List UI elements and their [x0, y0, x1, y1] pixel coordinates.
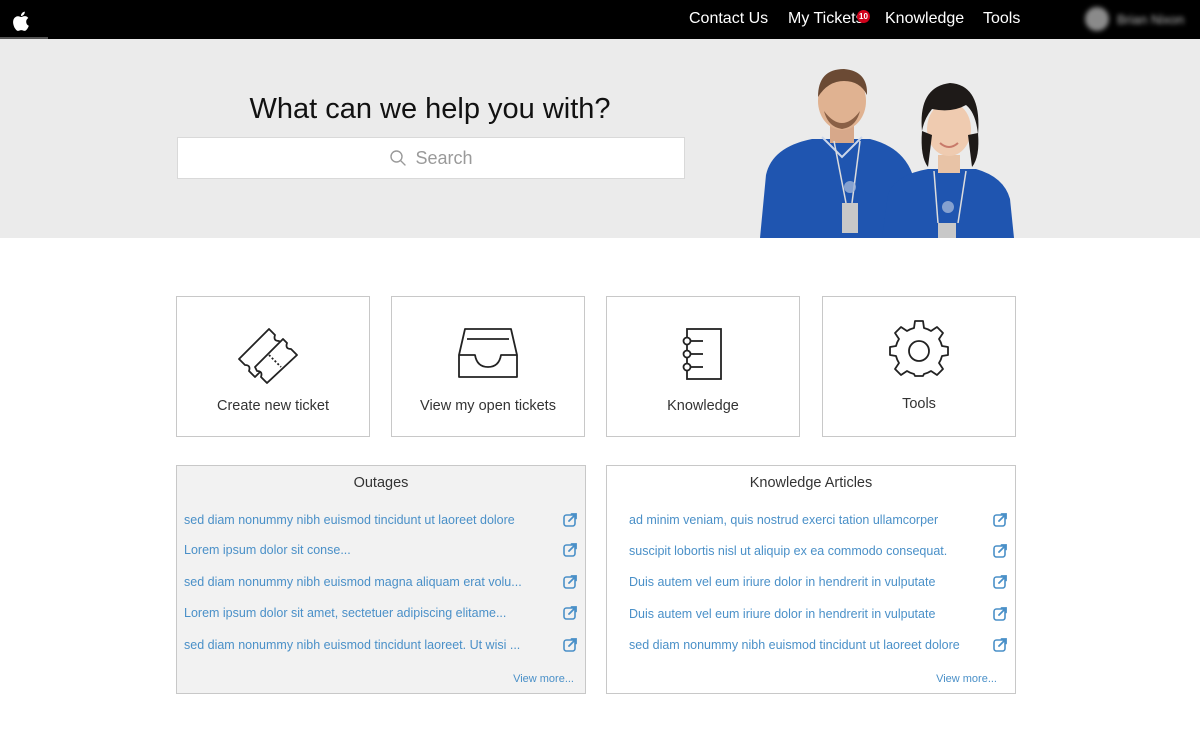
search-icon: [390, 150, 407, 166]
article-link[interactable]: Duis autem vel eum iriure dolor in hendr…: [629, 607, 935, 621]
knowledge-tile[interactable]: Knowledge: [606, 296, 800, 437]
avatar: [1085, 7, 1109, 31]
article-link[interactable]: ad minim veniam, quis nostrud exerci tat…: [629, 513, 938, 527]
search-placeholder: Search: [415, 147, 473, 168]
external-link-icon[interactable]: [993, 544, 1007, 558]
user-name: Brian Nixon: [1117, 11, 1185, 27]
nav-knowledge[interactable]: Knowledge: [885, 10, 964, 28]
list-item[interactable]: sed diam nonummy nibh euismod tincidunt …: [629, 635, 1007, 655]
apple-logo-icon[interactable]: [8, 8, 34, 34]
knowledge-articles-panel: Knowledge Articles ad minim veniam, quis…: [606, 465, 1016, 694]
outage-link[interactable]: sed diam nonummy nibh euismod tincidunt …: [184, 638, 520, 652]
tickets-count-badge: 10: [857, 10, 870, 23]
gear-icon: [889, 320, 949, 377]
list-item[interactable]: ad minim veniam, quis nostrud exerci tat…: [629, 510, 1007, 530]
list-item[interactable]: suscipit lobortis nisl ut aliquip ex ea …: [629, 541, 1007, 561]
nav-tools[interactable]: Tools: [983, 10, 1020, 28]
outages-panel: Outages sed diam nonummy nibh euismod ti…: [176, 465, 586, 694]
create-ticket-label: Create new ticket: [216, 398, 330, 414]
hero-banner: What can we help you with? Search: [0, 39, 1200, 238]
search-input[interactable]: Search: [177, 137, 685, 179]
external-link-icon[interactable]: [563, 575, 577, 589]
external-link-icon[interactable]: [993, 513, 1007, 527]
outage-link[interactable]: Lorem ipsum dolor sit conse...: [184, 543, 351, 557]
tools-label: Tools: [902, 396, 936, 412]
nav-my-tickets[interactable]: My Tickets: [788, 10, 864, 28]
nav-contact-us[interactable]: Contact Us: [689, 10, 768, 28]
tickets-icon: [238, 328, 298, 384]
list-item[interactable]: sed diam nonummy nibh euismod tincidunt …: [184, 635, 577, 655]
user-menu[interactable]: Brian Nixon: [1085, 7, 1184, 31]
inbox-tray-icon: [458, 328, 518, 378]
external-link-icon[interactable]: [563, 606, 577, 620]
outages-title: Outages: [353, 475, 409, 491]
knowledge-articles-title: Knowledge Articles: [749, 475, 873, 491]
knowledge-view-more-link[interactable]: View more...: [936, 673, 997, 685]
list-item[interactable]: Duis autem vel eum iriure dolor in hendr…: [629, 572, 1007, 592]
top-nav-bar: Contact Us My Tickets 10 Knowledge Tools…: [0, 0, 1200, 39]
list-item[interactable]: sed diam nonummy nibh euismod tincidunt …: [184, 510, 577, 530]
list-item[interactable]: Lorem ipsum dolor sit conse...: [184, 540, 577, 560]
support-staff-photo: [760, 69, 1014, 238]
article-link[interactable]: Duis autem vel eum iriure dolor in hendr…: [629, 575, 935, 589]
outages-view-more-link[interactable]: View more...: [513, 673, 574, 685]
external-link-icon[interactable]: [563, 513, 577, 527]
create-ticket-tile[interactable]: Create new ticket: [176, 296, 370, 437]
list-item[interactable]: Duis autem vel eum iriure dolor in hendr…: [629, 604, 1007, 624]
external-link-icon[interactable]: [563, 543, 577, 557]
article-link[interactable]: suscipit lobortis nisl ut aliquip ex ea …: [629, 544, 947, 558]
article-link[interactable]: sed diam nonummy nibh euismod tincidunt …: [629, 638, 960, 652]
view-open-tickets-tile[interactable]: View my open tickets: [391, 296, 585, 437]
external-link-icon[interactable]: [563, 638, 577, 652]
list-item[interactable]: Lorem ipsum dolor sit amet, sectetuer ad…: [184, 603, 577, 623]
external-link-icon[interactable]: [993, 575, 1007, 589]
external-link-icon[interactable]: [993, 638, 1007, 652]
notebook-icon: [682, 328, 722, 380]
tools-tile[interactable]: Tools: [822, 296, 1016, 437]
outage-link[interactable]: sed diam nonummy nibh euismod tincidunt …: [184, 513, 515, 527]
page-title: What can we help you with?: [249, 93, 611, 125]
outage-link[interactable]: sed diam nonummy nibh euismod magna aliq…: [184, 575, 522, 589]
view-open-tickets-label: View my open tickets: [420, 398, 556, 414]
knowledge-label: Knowledge: [667, 398, 739, 414]
outage-link[interactable]: Lorem ipsum dolor sit amet, sectetuer ad…: [184, 606, 506, 620]
list-item[interactable]: sed diam nonummy nibh euismod magna aliq…: [184, 572, 577, 592]
external-link-icon[interactable]: [993, 607, 1007, 621]
